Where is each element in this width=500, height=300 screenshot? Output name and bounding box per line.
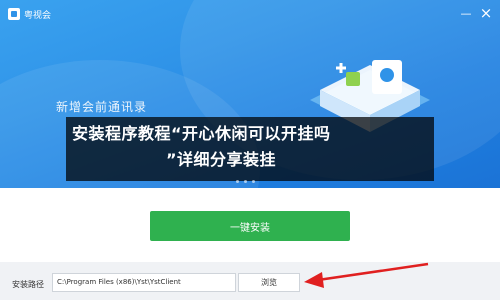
installer-window: 粤视会 — × 新增会前通讯录 安装程序教程“开心休闲可以开挂吗 ”详细分享装挂… xyxy=(0,0,500,300)
install-path-input[interactable] xyxy=(52,273,236,292)
minimize-icon[interactable]: — xyxy=(456,4,476,22)
titlebar: 粤视会 xyxy=(0,0,500,28)
carousel-dot[interactable] xyxy=(244,180,247,183)
banner-headline: 新增会前通讯录 xyxy=(56,100,148,114)
browse-button[interactable]: 浏览 xyxy=(238,273,300,292)
install-path-label: 安装路径 xyxy=(12,280,44,289)
overlay-line-2: ”详细分享装挂 xyxy=(166,150,277,169)
app-title: 粤视会 xyxy=(24,10,52,21)
overlay-text: 安装程序教程“开心休闲可以开挂吗 ”详细分享装挂 xyxy=(72,121,432,173)
carousel-dots xyxy=(236,180,255,183)
carousel-dot[interactable] xyxy=(252,180,255,183)
install-button[interactable]: 一键安装 xyxy=(150,211,350,241)
close-icon[interactable]: × xyxy=(476,4,496,22)
overlay-line-1: 安装程序教程“开心休闲可以开挂吗 xyxy=(72,124,331,143)
app-logo-icon xyxy=(8,8,20,20)
carousel-dot[interactable] xyxy=(236,180,239,183)
